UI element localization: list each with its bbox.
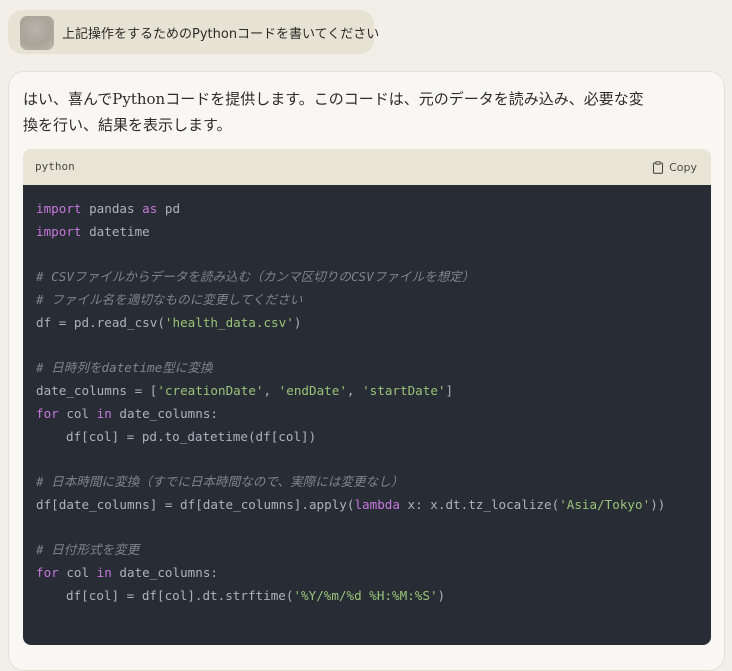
assistant-intro-line-1: はい、喜んでPythonコードを提供します。このコードは、元のデータを読み込み、…: [23, 90, 644, 108]
user-avatar: [20, 16, 54, 50]
code-line: import pandas as pd: [36, 201, 181, 216]
copy-button-label: Copy: [669, 160, 697, 174]
code-line: df[col] = df[col].dt.strftime('%Y/%m/%d …: [66, 588, 446, 603]
code-block-header: python Copy: [23, 149, 711, 185]
code-comment-line: # 日本時間に変換（すでに日本時間なので、実際には変更なし）: [36, 474, 404, 489]
code-comment-line: # 日時列をdatetime型に変換: [36, 360, 213, 375]
assistant-intro-text: はい、喜んでPythonコードを提供します。このコードは、元のデータを読み込み、…: [23, 86, 683, 138]
code-line: date_columns = ['creationDate', 'endDate…: [36, 383, 454, 398]
code-line: for col in date_columns:: [36, 406, 218, 421]
code-language-label: python: [35, 160, 75, 173]
code-comment-line: # 日付形式を変更: [36, 542, 140, 557]
user-message-text: 上記操作をするためのPythonコードを書いてください: [62, 27, 380, 42]
code-comment-line: # CSVファイルからデータを読み込む（カンマ区切りのCSVファイルを想定）: [36, 269, 475, 284]
code-line: df[date_columns] = df[date_columns].appl…: [36, 497, 666, 512]
clipboard-icon: [653, 160, 664, 174]
code-line: df[col] = pd.to_datetime(df[col]): [66, 429, 317, 444]
code-line: for col in date_columns:: [36, 565, 218, 580]
copy-button[interactable]: Copy: [652, 158, 697, 176]
assistant-intro-line-2: 換を行い、結果を表示します。: [23, 116, 232, 134]
code-block-body[interactable]: import pandas as pd import datetime # CS…: [23, 185, 711, 645]
code-comment-line: # ファイル名を適切なものに変更してください: [36, 292, 303, 307]
user-message: 上記操作をするためのPythonコードを書いてください: [8, 10, 379, 54]
code-line: df = pd.read_csv('health_data.csv'): [36, 315, 302, 330]
assistant-message: はい、喜んでPythonコードを提供します。このコードは、元のデータを読み込み、…: [8, 71, 725, 671]
code-line: import datetime: [36, 224, 150, 239]
